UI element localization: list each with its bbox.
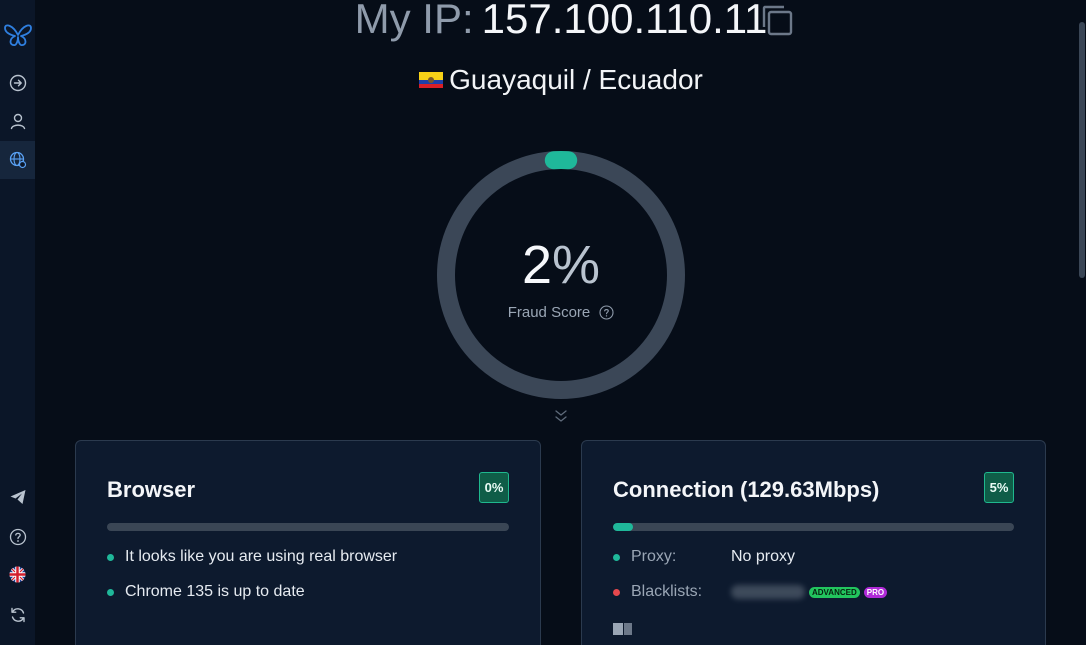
sidebar: [0, 0, 35, 645]
globe-icon[interactable]: [0, 141, 35, 179]
fraud-score-help-icon[interactable]: [599, 305, 614, 320]
browser-card-title: Browser: [107, 477, 196, 502]
telegram-icon[interactable]: [0, 478, 35, 516]
location-text: Guayaquil / Ecuador: [449, 64, 703, 95]
proxy-value: No proxy: [731, 548, 796, 565]
scroll-down-chevron-icon[interactable]: [553, 408, 569, 429]
browser-score-badge: 0%: [479, 472, 509, 503]
ip-value: 157.100.110.11: [481, 0, 768, 42]
list-item: Chrome 135 is up to date: [107, 583, 305, 601]
status-dot-icon: [613, 588, 620, 596]
fraud-score-unit: %: [552, 235, 601, 295]
status-dot-icon: [107, 588, 114, 596]
browser-item-text: Chrome 135 is up to date: [125, 583, 305, 600]
connection-card-title: Connection (129.63Mbps): [613, 477, 879, 503]
connection-progress-bar: [613, 523, 1014, 531]
connection-speed: (129.63Mbps): [740, 477, 880, 502]
connection-title-text: Connection: [613, 477, 734, 502]
uk-flag-icon[interactable]: [0, 555, 35, 593]
fraud-score-label-text: Fraud Score: [507, 304, 591, 321]
copy-icon[interactable]: [760, 3, 794, 42]
ip-heading: My IP: 157.100.110.11: [0, 0, 1086, 45]
connection-score-badge: 5%: [984, 472, 1014, 503]
blurred-value: [731, 585, 805, 599]
proxy-label: Proxy:: [631, 548, 677, 565]
connection-card: Connection (129.63Mbps) 5% Proxy: No prox…: [581, 440, 1046, 645]
scrollbar-thumb[interactable]: [1079, 22, 1085, 278]
advanced-tag[interactable]: ADVANCED: [809, 586, 860, 598]
user-icon[interactable]: [0, 102, 35, 140]
browser-item-text: It looks like you are using real browser: [125, 548, 398, 565]
location: Guayaquil / Ecuador: [0, 64, 1086, 96]
list-item: It looks like you are using real browser: [107, 548, 397, 566]
browser-card: Browser 0% It looks like you are using r…: [75, 440, 541, 645]
connection-progress-fill: [613, 523, 634, 531]
ecuador-flag-icon: [419, 72, 444, 88]
scrollbar[interactable]: [1077, 0, 1086, 645]
fraud-score-label: Fraud Score: [436, 304, 686, 321]
pro-tag[interactable]: PRO: [863, 586, 888, 598]
help-icon[interactable]: [0, 518, 35, 556]
ip-label: My IP:: [354, 0, 474, 42]
list-item: Proxy: No proxy: [613, 548, 795, 566]
fraud-score-value: 2%: [436, 234, 686, 296]
browser-progress-bar: [107, 523, 509, 531]
blacklists-label: Blacklists:: [631, 583, 703, 600]
fraud-score-number: 2: [521, 235, 553, 295]
status-dot-icon: [107, 553, 114, 561]
list-item: Blacklists: ADVANCED PRO: [613, 583, 888, 601]
status-dot-icon: [613, 553, 620, 561]
details-toggle-icon[interactable]: [613, 622, 633, 640]
refresh-icon[interactable]: [0, 596, 35, 634]
